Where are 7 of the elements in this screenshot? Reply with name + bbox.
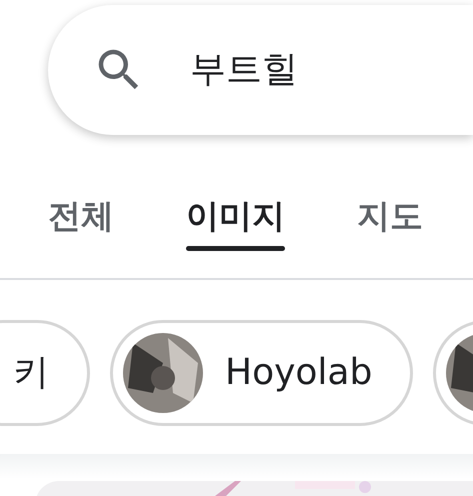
tab[interactable]: 전체: [48, 135, 114, 253]
tab[interactable]: 지도: [357, 135, 423, 253]
tab[interactable]: 이미지: [186, 135, 285, 253]
filter-chip[interactable]: 키: [0, 320, 90, 426]
search-field[interactable]: 부트힐: [48, 5, 473, 135]
filter-chip[interactable]: Hoyolab: [110, 320, 414, 426]
search-text: 부트힐: [190, 48, 298, 92]
